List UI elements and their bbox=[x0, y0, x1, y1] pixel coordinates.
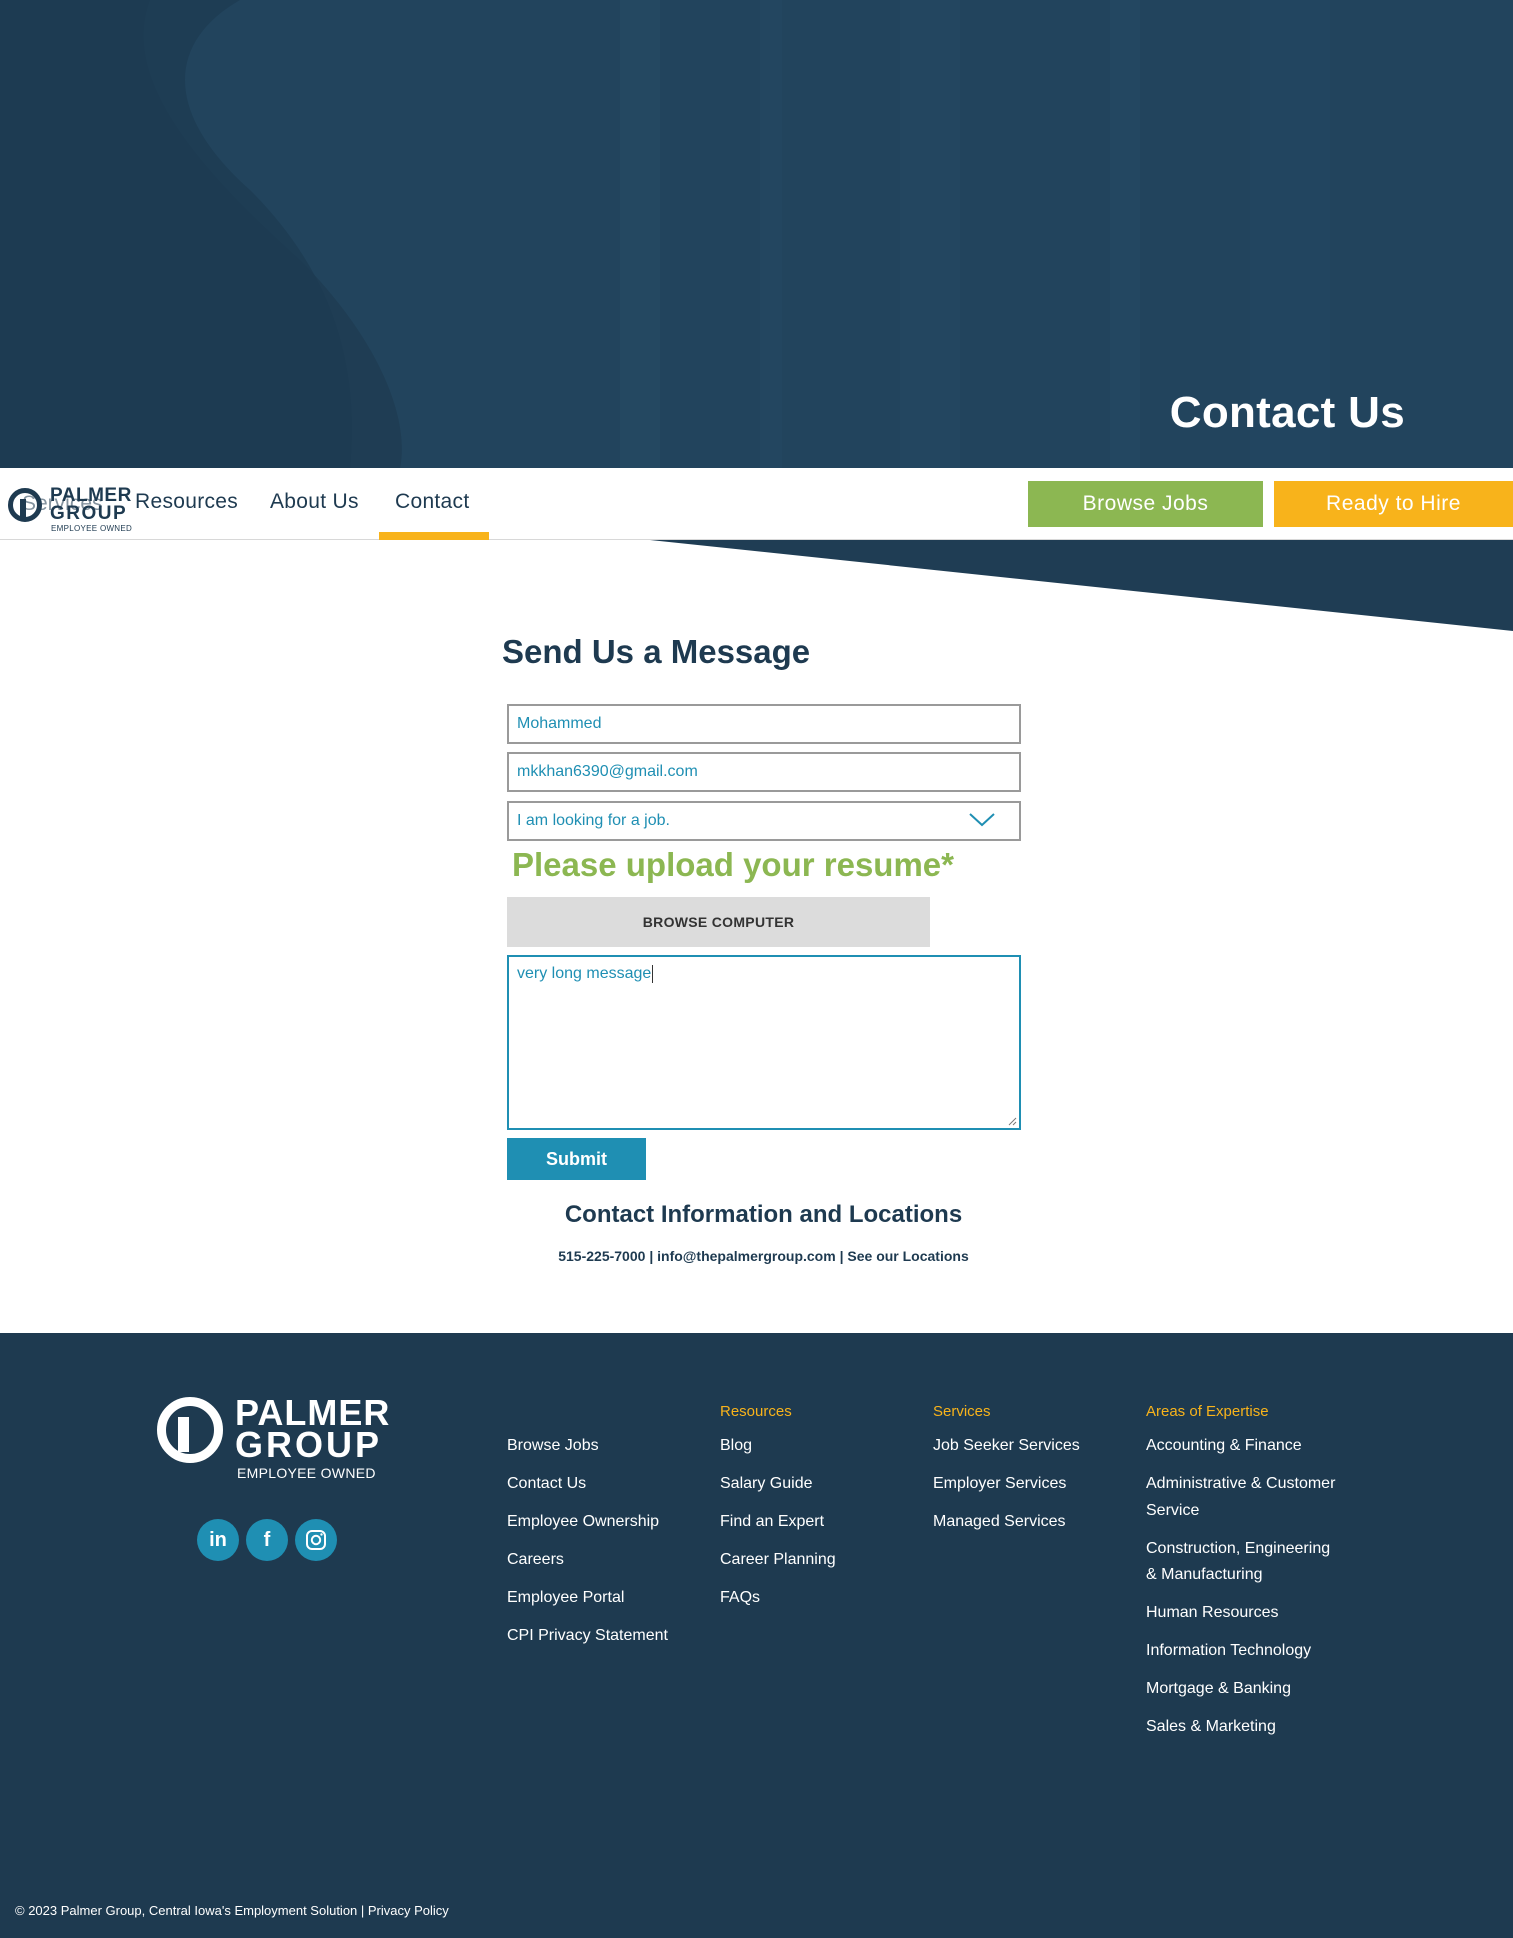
submit-button[interactable]: Submit bbox=[507, 1138, 646, 1180]
email-link[interactable]: info@thepalmergroup.com bbox=[657, 1248, 836, 1264]
text-caret bbox=[652, 965, 654, 983]
footer-link-cpi-privacy[interactable]: CPI Privacy Statement bbox=[507, 1623, 668, 1650]
copyright-text: © 2023 Palmer Group, Central Iowa's Empl… bbox=[15, 1903, 449, 1918]
message-textarea[interactable]: very long message bbox=[507, 955, 1021, 1130]
footer-link-human-resources[interactable]: Human Resources bbox=[1146, 1600, 1336, 1627]
facebook-icon[interactable]: f bbox=[246, 1519, 288, 1561]
message-text: very long message bbox=[517, 965, 652, 983]
active-nav-indicator bbox=[379, 532, 489, 540]
footer-link-employer[interactable]: Employer Services bbox=[933, 1471, 1080, 1498]
instagram-icon[interactable] bbox=[295, 1519, 337, 1561]
nav-item-resources[interactable]: Resources bbox=[135, 490, 238, 514]
footer-col-heading bbox=[507, 1403, 668, 1421]
footer-link-job-seeker[interactable]: Job Seeker Services bbox=[933, 1433, 1080, 1460]
footer-col-expertise: Areas of Expertise Accounting & Finance … bbox=[1146, 1403, 1336, 1752]
ready-to-hire-button[interactable]: Ready to Hire bbox=[1274, 481, 1513, 527]
browse-computer-button[interactable]: BROWSE COMPUTER bbox=[507, 897, 930, 947]
footer-col-heading: Areas of Expertise bbox=[1146, 1403, 1269, 1420]
footer-link-contact-us[interactable]: Contact Us bbox=[507, 1471, 668, 1498]
logo-text-group: GROUP bbox=[50, 503, 128, 524]
main-navigation: Services PALMER GROUP EMPLOYEE OWNED Res… bbox=[0, 468, 1513, 540]
footer-link-construction[interactable]: Construction, Engineering & Manufacturin… bbox=[1146, 1536, 1336, 1589]
footer-link-accounting[interactable]: Accounting & Finance bbox=[1146, 1433, 1336, 1460]
nav-item-about-us[interactable]: About Us bbox=[270, 490, 359, 514]
nav-item-contact[interactable]: Contact bbox=[395, 490, 469, 514]
separator: | bbox=[649, 1248, 654, 1264]
footer-link-career-planning[interactable]: Career Planning bbox=[720, 1547, 836, 1574]
resize-grip-icon[interactable] bbox=[1008, 1117, 1017, 1126]
footer-link-administrative[interactable]: Administrative & Customer Service bbox=[1146, 1471, 1336, 1524]
upload-resume-label: Please upload your resume* bbox=[512, 846, 955, 883]
locations-link[interactable]: See our Locations bbox=[847, 1248, 968, 1264]
logo-text-employee-owned: EMPLOYEE OWNED bbox=[237, 1465, 376, 1481]
browse-jobs-button[interactable]: Browse Jobs bbox=[1028, 481, 1263, 527]
separator: | bbox=[839, 1248, 844, 1264]
footer-link-find-expert[interactable]: Find an Expert bbox=[720, 1509, 836, 1536]
logo-mark-icon bbox=[8, 488, 42, 522]
logo-text-employee-owned: EMPLOYEE OWNED bbox=[51, 524, 133, 533]
contact-info-line: 515-225-7000 | info@thepalmergroup.com |… bbox=[0, 1248, 1513, 1264]
footer-col-company: Browse Jobs Contact Us Employee Ownershi… bbox=[507, 1403, 668, 1661]
footer-link-blog[interactable]: Blog bbox=[720, 1433, 836, 1460]
footer-col-heading: Resources bbox=[720, 1403, 792, 1420]
footer-link-employee-portal[interactable]: Employee Portal bbox=[507, 1585, 668, 1612]
footer-link-faqs[interactable]: FAQs bbox=[720, 1585, 836, 1612]
page-title: Contact Us bbox=[1169, 388, 1405, 437]
footer-col-services: Services Job Seeker Services Employer Se… bbox=[933, 1403, 1080, 1547]
decorative-wedge bbox=[650, 540, 1513, 631]
footer-link-sales[interactable]: Sales & Marketing bbox=[1146, 1714, 1336, 1741]
phone-link[interactable]: 515-225-7000 bbox=[558, 1248, 645, 1264]
logo-text-group: GROUP bbox=[235, 1424, 383, 1465]
footer-link-careers[interactable]: Careers bbox=[507, 1547, 668, 1574]
form-title: Send Us a Message bbox=[502, 633, 811, 670]
footer-link-employee-ownership[interactable]: Employee Ownership bbox=[507, 1509, 668, 1536]
footer-link-salary-guide[interactable]: Salary Guide bbox=[720, 1471, 836, 1498]
inquiry-type-selected: I am looking for a job. bbox=[517, 812, 670, 829]
contact-info-heading: Contact Information and Locations bbox=[564, 1201, 963, 1228]
chevron-down-icon bbox=[969, 813, 995, 827]
footer-link-mortgage[interactable]: Mortgage & Banking bbox=[1146, 1676, 1336, 1703]
footer-logo[interactable]: PALMER GROUP EMPLOYEE OWNED bbox=[157, 1395, 389, 1487]
linkedin-icon[interactable]: in bbox=[197, 1519, 239, 1561]
site-footer: PALMER GROUP EMPLOYEE OWNED in f Browse … bbox=[0, 1333, 1513, 1938]
footer-link-managed[interactable]: Managed Services bbox=[933, 1509, 1080, 1536]
footer-col-resources: Resources Blog Salary Guide Find an Expe… bbox=[720, 1403, 836, 1623]
logo-mark-icon bbox=[157, 1397, 223, 1463]
name-field[interactable]: Mohammed bbox=[507, 704, 1021, 744]
hero-banner: Contact Us bbox=[0, 0, 1513, 468]
footer-link-browse-jobs[interactable]: Browse Jobs bbox=[507, 1433, 668, 1460]
inquiry-type-select[interactable]: I am looking for a job. bbox=[507, 801, 1021, 841]
palmer-group-logo[interactable]: PALMER GROUP EMPLOYEE OWNED bbox=[8, 478, 133, 533]
footer-col-heading: Services bbox=[933, 1403, 991, 1420]
footer-link-it[interactable]: Information Technology bbox=[1146, 1638, 1336, 1665]
email-field[interactable]: mkkhan6390@gmail.com bbox=[507, 752, 1021, 792]
